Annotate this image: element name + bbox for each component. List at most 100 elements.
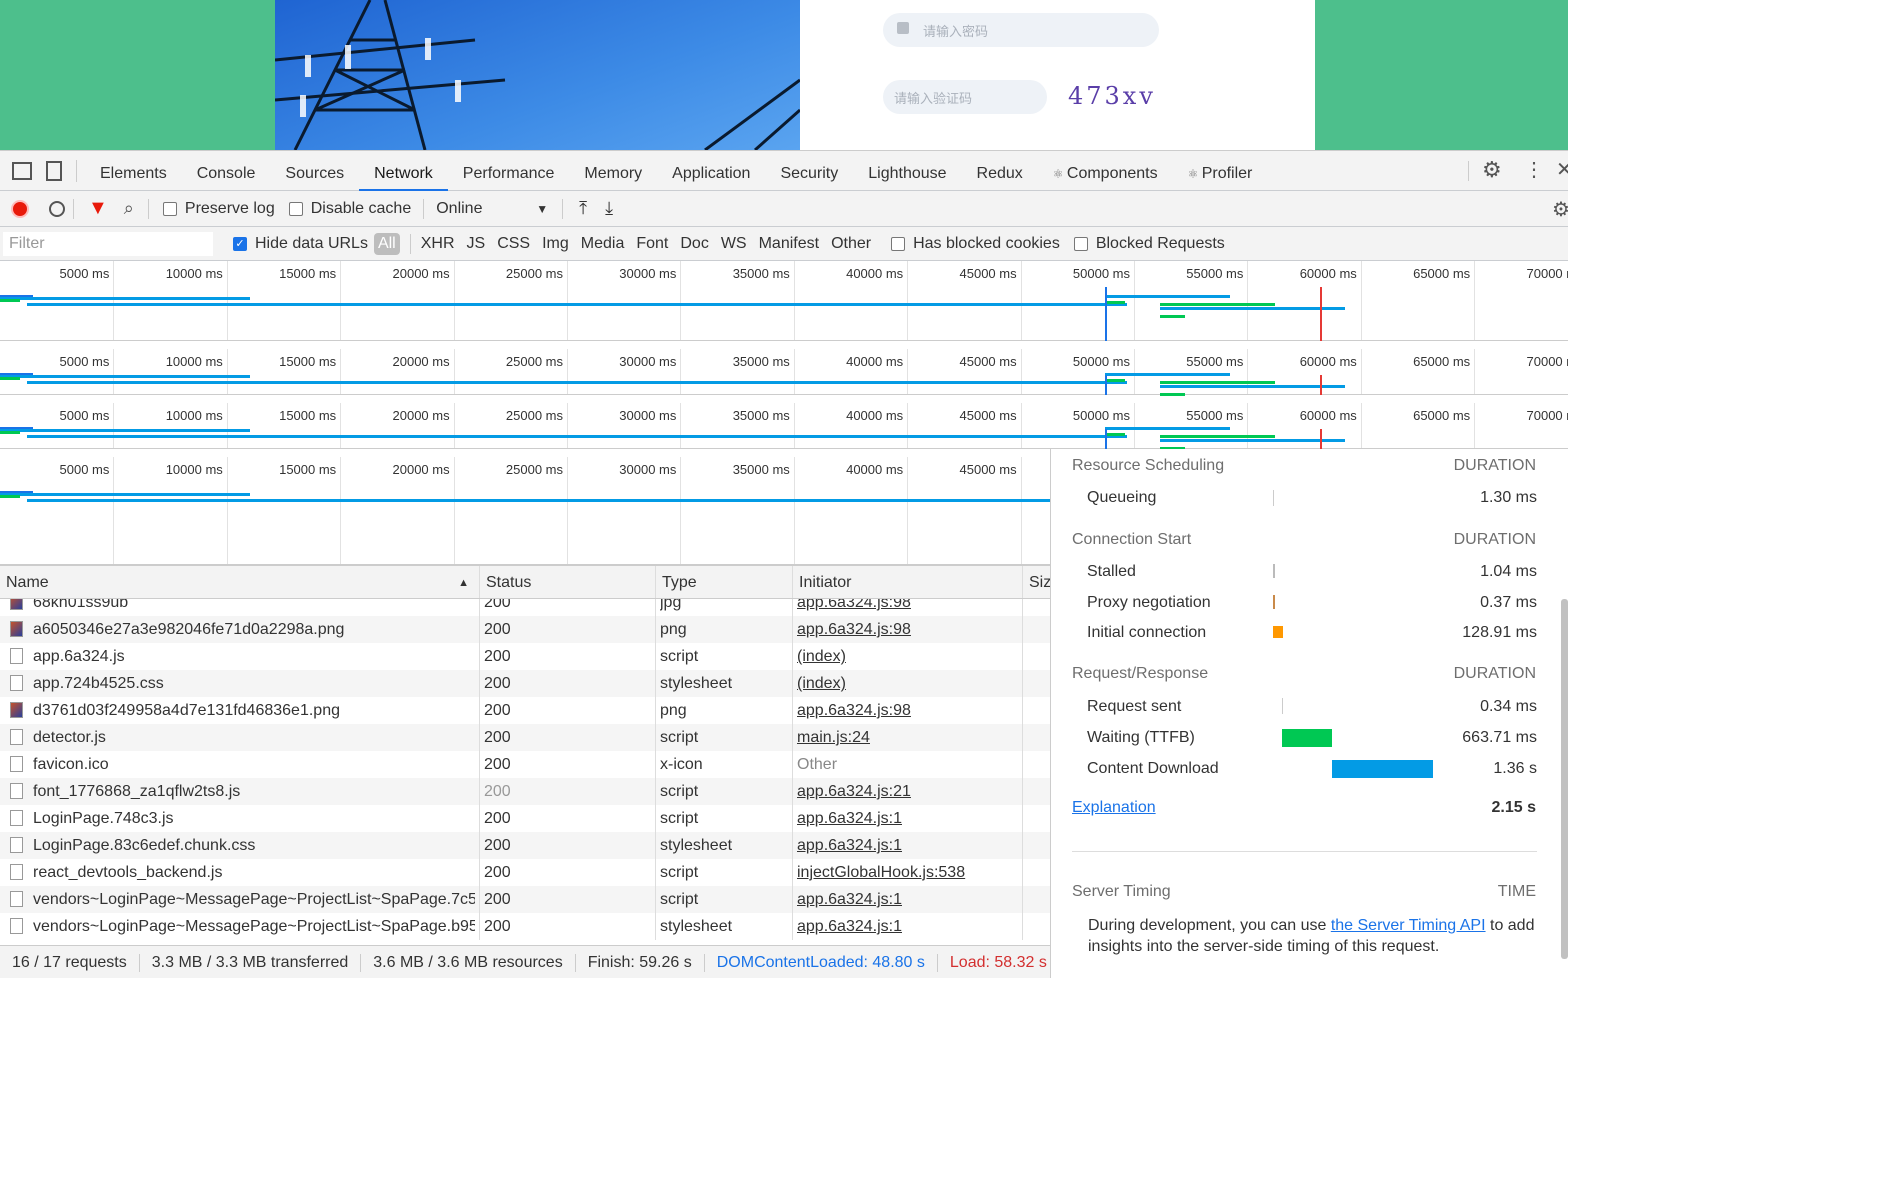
filter-type-media[interactable]: Media (575, 235, 631, 253)
filter-type-js[interactable]: JS (461, 235, 492, 253)
table-row[interactable]: a6050346e27a3e982046fe71d0a2298a.png 200 p… (0, 616, 1050, 643)
table-row[interactable]: app.6a324.js 200 script (index) (0, 643, 1050, 670)
export-har-icon[interactable]: ⤓ (605, 198, 613, 219)
tab-sources[interactable]: Sources (270, 151, 359, 191)
table-row[interactable]: detector.js 200 script main.js:24 (0, 724, 1050, 751)
table-row[interactable]: vendors~LoginPage~MessagePage~ProjectLis… (0, 886, 1050, 913)
settings-gear-icon[interactable]: ⚙ (1482, 157, 1502, 183)
preserve-log-checkbox[interactable] (162, 201, 177, 216)
more-menu-icon[interactable]: ⋮ (1524, 157, 1544, 182)
record-button[interactable] (11, 199, 29, 218)
request-name[interactable]: favicon.ico (10, 751, 475, 778)
request-name[interactable]: detector.js (10, 724, 475, 751)
request-initiator[interactable]: app.6a324.js:21 (797, 778, 1019, 805)
filter-type-doc[interactable]: Doc (674, 235, 714, 253)
tab-performance[interactable]: Performance (448, 151, 570, 191)
grid-line (1134, 261, 1135, 340)
table-row[interactable]: app.724b4525.css 200 stylesheet (index) (0, 670, 1050, 697)
request-initiator[interactable]: (index) (797, 643, 1019, 670)
request-name[interactable]: 68kh01ss9ub (10, 599, 475, 616)
request-bar (1160, 439, 1345, 442)
clear-icon[interactable] (49, 200, 65, 217)
server-timing-text: During development, you can use the Serv… (1088, 917, 1535, 955)
search-icon[interactable]: ⌕ (124, 198, 134, 219)
request-name[interactable]: a6050346e27a3e982046fe71d0a2298a.png (10, 616, 475, 643)
tab-redux[interactable]: Redux (962, 151, 1038, 191)
grid-line (907, 403, 909, 448)
device-toolbar-icon[interactable] (46, 160, 62, 181)
filter-type-font[interactable]: Font (630, 235, 674, 253)
request-name[interactable]: app.724b4525.css (10, 670, 475, 697)
password-field[interactable]: 请输入密码 (883, 13, 1159, 47)
request-name[interactable]: LoginPage.748c3.js (10, 805, 475, 832)
filter-type-ws[interactable]: WS (715, 235, 753, 253)
filter-type-img[interactable]: Img (536, 235, 575, 253)
hide-data-urls-checkbox[interactable]: ✓ (233, 236, 247, 251)
network-overview-timeline[interactable]: 5000 ms 10000 ms 15000 ms 20000 ms 25000 ms 3… (0, 261, 1568, 341)
has-blocked-cookies-checkbox[interactable] (891, 236, 906, 251)
tab-elements[interactable]: Elements (85, 151, 182, 191)
request-initiator[interactable]: app.6a324.js:98 (797, 616, 1019, 643)
filter-type-all[interactable]: All (373, 232, 400, 255)
request-name[interactable]: LoginPage.83c6edef.chunk.css (10, 832, 475, 859)
table-row[interactable]: react_devtools_backend.js 200 script inject… (0, 859, 1050, 886)
request-initiator[interactable]: app.6a324.js:98 (797, 599, 1019, 616)
column-size[interactable]: Size (1022, 566, 1060, 598)
popover-scrollbar[interactable] (1561, 599, 1568, 959)
request-initiator[interactable]: app.6a324.js:98 (797, 697, 1019, 724)
request-initiator[interactable]: app.6a324.js:1 (797, 832, 1019, 859)
column-name[interactable]: Name ▲ (0, 566, 479, 598)
request-initiator[interactable]: app.6a324.js:1 (797, 886, 1019, 913)
request-name[interactable]: vendors~LoginPage~MessagePage~ProjectLis… (10, 886, 475, 913)
filter-type-css[interactable]: CSS (491, 235, 536, 253)
blocked-requests-checkbox[interactable] (1073, 236, 1088, 251)
request-name[interactable]: vendors~LoginPage~MessagePage~ProjectLis… (10, 913, 475, 940)
request-name[interactable]: react_devtools_backend.js (10, 859, 475, 886)
column-status[interactable]: Status (479, 566, 655, 598)
filter-input[interactable]: Filter (3, 231, 213, 256)
table-row[interactable]: 68kh01ss9ub 200 jpg app.6a324.js:98 (0, 599, 1050, 616)
filter-icon[interactable]: ▼ (88, 197, 108, 220)
tick-label: 20000 ms (392, 462, 450, 477)
disable-cache-checkbox[interactable] (288, 201, 303, 216)
table-row[interactable]: d3761d03f249958a4d7e131fd46836e1.png 200 p… (0, 697, 1050, 724)
table-row[interactable]: vendors~LoginPage~MessagePage~ProjectLis… (0, 913, 1050, 940)
column-initiator[interactable]: Initiator (792, 566, 1022, 598)
captcha-field[interactable]: 请输入验证码 (883, 80, 1047, 114)
request-initiator[interactable]: app.6a324.js:1 (797, 805, 1019, 832)
request-name[interactable]: font_1776868_za1qflw2ts8.js (10, 778, 475, 805)
network-overview-timeline[interactable]: 5000 ms 10000 ms 15000 ms 20000 ms 25000 ms 3… (0, 403, 1568, 450)
tab-application[interactable]: Application (657, 151, 765, 191)
tab-network[interactable]: Network (359, 151, 448, 191)
server-timing-api-link[interactable]: the Server Timing API (1331, 917, 1486, 934)
captcha-image[interactable]: 473xv (1068, 82, 1156, 110)
explanation-link[interactable]: Explanation (1072, 799, 1156, 817)
table-row[interactable]: LoginPage.83c6edef.chunk.css 200 styleshee… (0, 832, 1050, 859)
tab-lighthouse[interactable]: Lighthouse (853, 151, 961, 191)
tab-security[interactable]: Security (765, 151, 853, 191)
tab-memory[interactable]: Memory (569, 151, 657, 191)
throttling-select[interactable]: Online (432, 200, 536, 218)
filter-type-manifest[interactable]: Manifest (753, 235, 825, 253)
request-initiator[interactable]: (index) (797, 670, 1019, 697)
tab-profiler[interactable]: ⚛ Profiler (1173, 151, 1268, 191)
inspect-element-icon[interactable] (12, 161, 32, 180)
tab-console[interactable]: Console (182, 151, 271, 191)
request-initiator[interactable]: app.6a324.js:1 (797, 913, 1019, 940)
request-name[interactable]: app.6a324.js (10, 643, 475, 670)
request-initiator[interactable]: main.js:24 (797, 724, 1019, 751)
tick-label: 55000 ms (1186, 408, 1244, 423)
filter-type-xhr[interactable]: XHR (415, 235, 461, 253)
table-row[interactable]: favicon.ico 200 x-icon Other (0, 751, 1050, 778)
network-settings-icon[interactable]: ⚙ (1552, 197, 1568, 222)
import-har-icon[interactable]: ⤒ (579, 198, 587, 219)
tab-components[interactable]: ⚛ Components (1038, 151, 1173, 191)
network-overview-timeline[interactable]: 5000 ms 10000 ms 15000 ms 20000 ms 25000 ms 3… (0, 349, 1568, 396)
request-initiator[interactable]: injectGlobalHook.js:538 (797, 859, 1019, 886)
table-row[interactable]: font_1776868_za1qflw2ts8.js 200 script app.… (0, 778, 1050, 805)
close-devtools-icon[interactable]: ✕ (1556, 157, 1568, 182)
request-name[interactable]: d3761d03f249958a4d7e131fd46836e1.png (10, 697, 475, 724)
table-row[interactable]: LoginPage.748c3.js 200 script app.6a324.js:… (0, 805, 1050, 832)
filter-type-other[interactable]: Other (825, 235, 877, 253)
column-type[interactable]: Type (655, 566, 792, 598)
